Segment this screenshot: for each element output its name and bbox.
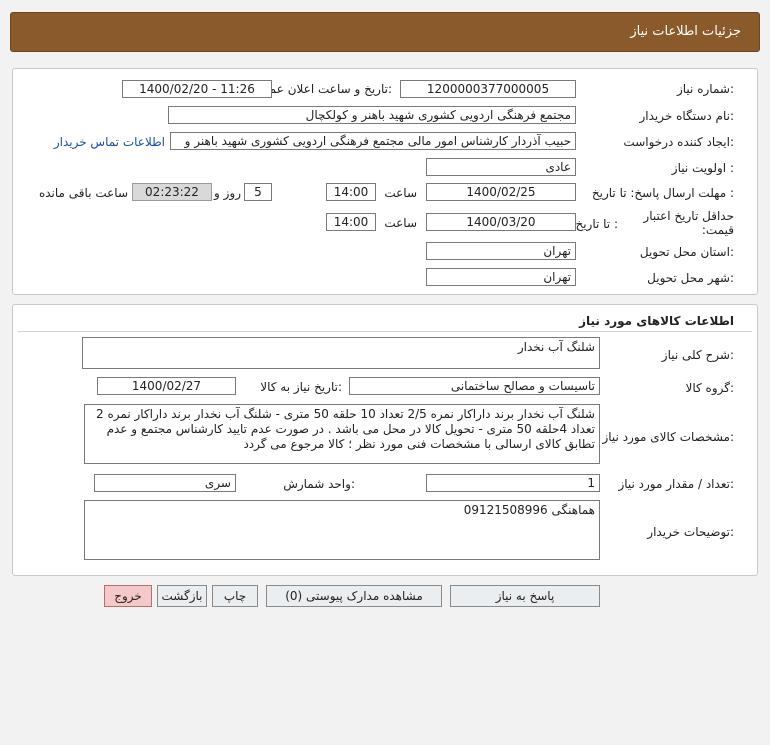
- announce-datetime-field: 1400/02/20 - 11:26: [122, 80, 272, 98]
- province-label: استان محل تحویل:: [639, 245, 734, 259]
- summary-field: شلنگ آب نخدار: [82, 337, 600, 369]
- deadline-time-field: 14:00: [326, 183, 376, 201]
- exit-button[interactable]: خروج: [104, 585, 152, 607]
- buyer-contact-link[interactable]: اطلاعات تماس خریدار: [54, 135, 165, 149]
- deadline-label: مهلت ارسال پاسخ: تا تاریخ :: [591, 186, 734, 200]
- requester-field: حبیب آذردار کارشناس امور مالی مجتمع فرهن…: [170, 132, 576, 150]
- province-field: تهران: [426, 242, 576, 260]
- deadline-date-field: 1400/02/25: [426, 183, 576, 201]
- need-info-panel: [12, 68, 758, 295]
- need-number-label: شماره نیاز:: [676, 82, 734, 96]
- goods-section-title: اطلاعات کالاهای مورد نیاز: [579, 314, 734, 328]
- remaining-time-label: ساعت باقی مانده: [38, 186, 128, 200]
- quantity-label: تعداد / مقدار مورد نیاز:: [618, 477, 734, 491]
- validity-to-label: تا تاریخ :: [575, 217, 618, 231]
- days-and-label: روز و: [214, 186, 241, 200]
- goods-group-label: گروه کالا:: [685, 381, 735, 395]
- buyer-org-field: مجتمع فرهنگی اردویی کشوری شهید باهنر و ک…: [168, 106, 576, 124]
- city-label: شهر محل تحویل:: [647, 271, 734, 285]
- buyer-notes-label: توضیحات خریدار:: [647, 525, 734, 539]
- unit-field: سری: [94, 474, 236, 492]
- print-button[interactable]: چاپ: [212, 585, 258, 607]
- buyer-org-label: نام دستگاه خریدار:: [639, 109, 735, 123]
- remaining-time-field: 02:23:22: [132, 183, 212, 201]
- reply-button[interactable]: پاسخ به نیاز: [450, 585, 600, 607]
- city-field: تهران: [426, 268, 576, 286]
- validity-date-field: 1400/03/20: [426, 213, 576, 231]
- back-button[interactable]: بازگشت: [157, 585, 207, 607]
- spec-field: شلنگ آب نخدار برند داراکار نمره 2/5 تعدا…: [84, 404, 600, 464]
- validity-time-field: 14:00: [326, 213, 376, 231]
- priority-field: عادی: [426, 158, 576, 176]
- priority-label: اولویت نیاز :: [671, 161, 734, 175]
- view-attachments-button[interactable]: مشاهده مدارک پیوستی (0): [266, 585, 442, 607]
- quantity-field: 1: [426, 474, 600, 492]
- deadline-time-label: ساعت: [384, 186, 417, 200]
- requester-label: ایجاد کننده درخواست:: [623, 135, 734, 149]
- need-date-field: 1400/02/27: [97, 377, 236, 395]
- validity-label-line1: حداقل تاریخ اعتبار قیمت:: [643, 209, 734, 237]
- goods-section-divider: [18, 331, 752, 332]
- need-number-field: 1200000377000005: [400, 80, 576, 98]
- page-title: جزئیات اطلاعات نیاز: [630, 24, 741, 39]
- buyer-notes-field: هماهنگی 09121508996: [84, 500, 600, 560]
- need-date-label: تاریخ نیاز به کالا:: [260, 380, 342, 394]
- days-remaining-field: 5: [244, 183, 272, 201]
- validity-time-label: ساعت: [384, 216, 417, 230]
- summary-label: شرح کلی نیاز:: [661, 348, 734, 362]
- spec-label: مشخصات کالای مورد نیاز:: [602, 430, 734, 444]
- page-header: جزئیات اطلاعات نیاز: [10, 12, 760, 52]
- unit-label: واحد شمارش:: [283, 477, 355, 491]
- goods-group-field: تاسیسات و مصالح ساختمانی: [349, 377, 600, 395]
